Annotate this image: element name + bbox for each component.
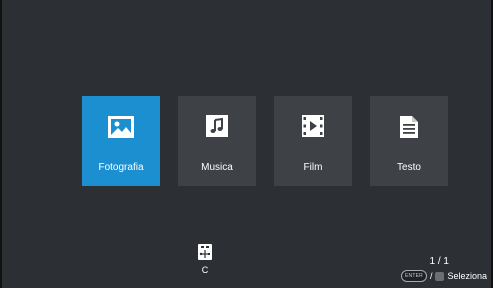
menu-item-music[interactable]: Musica xyxy=(178,96,256,186)
control-hint: ENTER / Seleziona xyxy=(400,270,487,282)
page-indicator: 1 / 1 xyxy=(429,256,449,267)
menu-item-photo[interactable]: Fotografia xyxy=(82,96,160,186)
menu-item-film[interactable]: Film xyxy=(274,96,352,186)
menu-item-label: Testo xyxy=(397,162,421,173)
photo-icon xyxy=(108,116,134,138)
menu-item-text[interactable]: Testo xyxy=(370,96,448,186)
drive-label: C xyxy=(201,265,209,275)
film-icon xyxy=(302,115,324,137)
music-icon xyxy=(206,115,228,137)
document-icon xyxy=(400,116,418,138)
menu-item-label: Fotografia xyxy=(98,162,144,173)
select-label: Seleziona xyxy=(447,271,487,281)
menu-item-label: Musica xyxy=(201,162,233,173)
enter-key-icon: ENTER xyxy=(400,270,427,282)
menu-item-label: Film xyxy=(303,162,323,173)
usb-drive-icon[interactable] xyxy=(198,244,212,260)
select-button-icon xyxy=(435,271,445,281)
hint-separator: / xyxy=(429,271,433,281)
